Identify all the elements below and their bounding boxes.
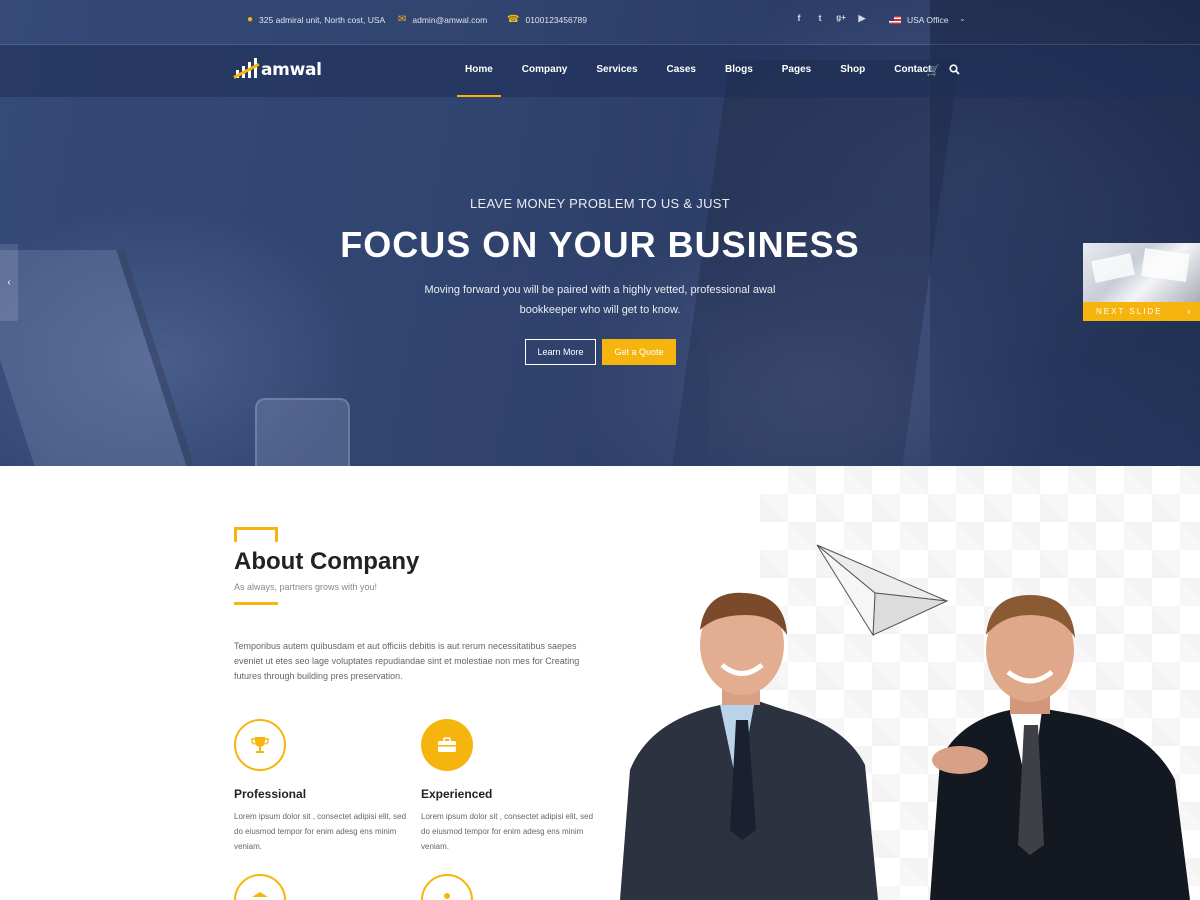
- phone-text: 0100123456789: [525, 15, 587, 25]
- social-links: f t g+ ▶: [794, 13, 867, 24]
- nav-item-home[interactable]: Home: [457, 45, 501, 97]
- next-slide-label: NEXT SLIDE: [1096, 307, 1163, 316]
- usa-flag-icon: [889, 16, 901, 24]
- hero-subtitle: LEAVE MONEY PROBLEM TO US & JUST: [469, 196, 731, 211]
- logo-text: amwal: [261, 60, 322, 80]
- main-navbar: amwal Home Company Services Cases Blogs …: [0, 45, 1200, 97]
- feature-item: [234, 874, 414, 900]
- map-marker-icon: ●: [247, 14, 254, 25]
- title-underline: [234, 602, 278, 605]
- feature-text: Lorem ipsum dolor sit , consectet adipis…: [421, 812, 594, 851]
- bank-icon: [234, 874, 286, 900]
- logo-chart-icon: [233, 58, 260, 80]
- nav-item-blogs[interactable]: Blogs: [717, 45, 761, 97]
- nav-item-shop[interactable]: Shop: [832, 45, 873, 97]
- phone-info: ☎ 0100123456789: [507, 14, 587, 26]
- address-text: 325 admiral unit, North cost, USA: [259, 15, 386, 25]
- envelope-icon: ✉: [398, 14, 407, 25]
- feature-item: [421, 874, 601, 900]
- about-text: Temporibus autem quibusdam et aut offici…: [234, 641, 580, 681]
- chevron-left-icon: ‹: [7, 277, 11, 288]
- feature-title: Experienced: [421, 787, 493, 801]
- google-plus-icon[interactable]: g+: [836, 13, 846, 24]
- nav-item-services[interactable]: Services: [588, 45, 645, 97]
- nav-item-company[interactable]: Company: [514, 45, 576, 97]
- business-people-illustration: [620, 592, 1190, 900]
- chevron-right-icon: ›: [1187, 307, 1190, 316]
- next-slide-button[interactable]: NEXT SLIDE ›: [1083, 243, 1200, 321]
- feature-text: Lorem ipsum dolor sit , consectet adipis…: [234, 812, 407, 851]
- trophy-icon: [234, 719, 286, 771]
- facebook-icon[interactable]: f: [794, 13, 804, 24]
- cart-icon[interactable]: 🛒: [926, 64, 940, 77]
- hero-title: FOCUS ON YOUR BUSINESS: [340, 224, 860, 265]
- email-info[interactable]: ✉ admin@amwal.com: [398, 14, 487, 26]
- about-subtitle: As always, partners grows with you!: [234, 582, 378, 592]
- get-quote-button[interactable]: Get a Quote: [602, 339, 676, 365]
- prev-slide-button[interactable]: ‹: [0, 244, 18, 321]
- twitter-icon[interactable]: t: [815, 13, 825, 24]
- briefcase-icon: [421, 719, 473, 771]
- title-decoration: [234, 527, 278, 542]
- nav-item-cases[interactable]: Cases: [659, 45, 704, 97]
- address-info: ● 325 admiral unit, North cost, USA: [247, 14, 386, 26]
- user-icon: [421, 874, 473, 900]
- email-text[interactable]: admin@amwal.com: [412, 15, 487, 25]
- hero-description: Moving forward you will be paired with a…: [424, 284, 776, 316]
- feature-title: Professional: [234, 787, 307, 801]
- office-selector[interactable]: USA Office ⌄: [889, 14, 966, 25]
- top-info-bar: ● 325 admiral unit, North cost, USA ✉ ad…: [0, 0, 1200, 45]
- nav-item-pages[interactable]: Pages: [774, 45, 819, 97]
- learn-more-button[interactable]: Learn More: [525, 339, 596, 365]
- next-slide-thumbnail: [1083, 243, 1200, 302]
- nav-menu: Home Company Services Cases Blogs Pages …: [457, 45, 952, 97]
- phone-icon: ☎: [507, 14, 520, 25]
- office-label: USA Office: [907, 15, 949, 25]
- feature-experienced: Experienced Lorem ipsum dolor sit , cons…: [421, 719, 601, 851]
- about-title: About Company: [234, 548, 420, 575]
- search-icon[interactable]: [949, 64, 960, 78]
- site-logo[interactable]: amwal: [233, 58, 322, 80]
- chevron-down-icon: ⌄: [959, 14, 966, 23]
- youtube-icon[interactable]: ▶: [857, 13, 867, 24]
- feature-professional: Professional Lorem ipsum dolor sit , con…: [234, 719, 414, 851]
